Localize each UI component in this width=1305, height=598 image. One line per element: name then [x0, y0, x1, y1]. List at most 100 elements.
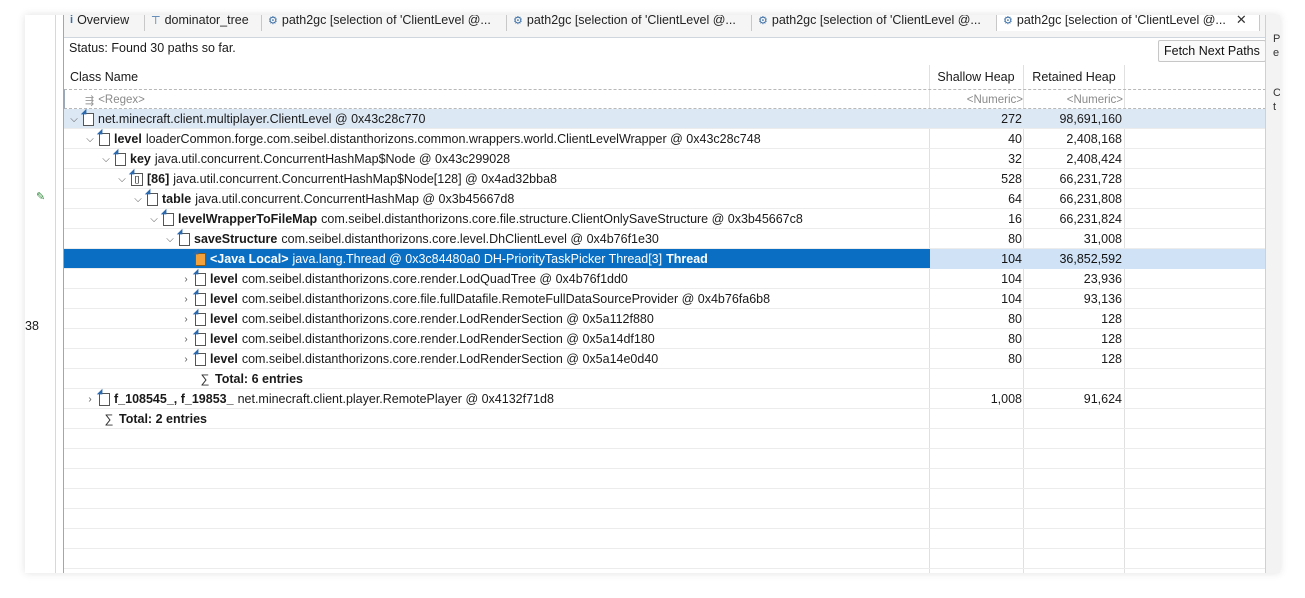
left-panel-number: 38: [25, 319, 39, 333]
row-text: net.minecraft.client.multiplayer.ClientL…: [98, 112, 426, 126]
row-label: level: [210, 352, 238, 366]
row-text: java.util.concurrent.ConcurrentHashMap$N…: [173, 172, 557, 186]
tab-dominator-tree[interactable]: ⊤ dominator_tree: [145, 15, 262, 31]
retained-filter[interactable]: <Numeric>: [1025, 90, 1123, 110]
chevron-down-icon[interactable]: ⌵: [83, 134, 97, 145]
chevron-down-icon[interactable]: ⌵: [163, 234, 177, 245]
retained-value: 128: [1101, 332, 1122, 346]
tab-label: path2gc [selection of 'ClientLevel @...: [526, 15, 736, 27]
shallow-value: 16: [1008, 212, 1022, 226]
chevron-down-icon[interactable]: ⌵: [131, 194, 145, 205]
column-header-shallow-heap[interactable]: Shallow Heap: [930, 65, 1022, 89]
tab-path2gc-1[interactable]: ⚙ path2gc [selection of 'ClientLevel @..…: [262, 15, 507, 31]
row-label: level: [210, 332, 238, 346]
chevron-right-icon[interactable]: ›: [83, 394, 97, 405]
tab-label: path2gc [selection of 'ClientLevel @...: [1016, 15, 1226, 27]
row-label: level: [210, 292, 238, 306]
tab-overview[interactable]: i Overview: [64, 15, 145, 31]
row-text: loaderCommon.forge.com.seibel.distanthor…: [145, 132, 761, 146]
table-row[interactable]: ⌵ key java.util.concurrent.ConcurrentHas…: [64, 149, 1266, 169]
shallow-value: 32: [1008, 152, 1022, 166]
shallow-value: 104: [930, 249, 1024, 269]
filter-row[interactable]: ⇶ <Regex> <Numeric> <Numeric>: [64, 89, 1266, 109]
info-icon: i: [70, 15, 74, 26]
reference-icon: [195, 332, 206, 346]
column-header-class-name[interactable]: Class Name: [70, 65, 920, 89]
table-row-selected[interactable]: <Java Local> java.lang.Thread @ 0x3c8448…: [64, 249, 1266, 269]
table-row[interactable]: › level com.seibel.distanthorizons.core.…: [64, 269, 1266, 289]
shallow-value: 80: [1008, 312, 1022, 326]
tab-label: Overview: [77, 15, 130, 27]
reference-icon: [99, 132, 110, 146]
shallow-value: 528: [1001, 172, 1022, 186]
regex-filter-placeholder: <Regex>: [98, 94, 145, 106]
retained-value: 93,136: [1083, 292, 1122, 306]
reference-icon: [115, 152, 126, 166]
row-text: com.seibel.distanthorizons.core.render.L…: [241, 272, 628, 286]
chevron-right-icon[interactable]: ›: [179, 334, 193, 345]
table-row[interactable]: ⌵ net.minecraft.client.multiplayer.Clien…: [64, 109, 1266, 129]
retained-value: 66,231,808: [1059, 192, 1122, 206]
table-row[interactable]: › f_108545_, f_19853_ net.minecraft.clie…: [64, 389, 1266, 409]
chevron-down-icon[interactable]: ⌵: [67, 114, 81, 125]
shallow-value: 80: [1008, 232, 1022, 246]
pin-icon[interactable]: ✎: [36, 190, 45, 203]
right-panel-strip: P e C t: [1265, 15, 1280, 573]
table-row-total: ∑ Total: 6 entries: [64, 369, 1266, 389]
column-header-retained-heap[interactable]: Retained Heap: [1024, 65, 1124, 89]
editor-tab-bar: i Overview ⊤ dominator_tree ⚙ path2gc [s…: [64, 15, 1266, 38]
reference-icon: [163, 212, 174, 226]
retained-value: 128: [1101, 312, 1122, 326]
row-text: com.seibel.distanthorizons.core.render.L…: [241, 332, 655, 346]
table-row[interactable]: › level com.seibel.distanthorizons.core.…: [64, 329, 1266, 349]
tree-icon: ⊤: [151, 15, 161, 27]
chevron-right-icon[interactable]: ›: [179, 354, 193, 365]
table-row[interactable]: ⌵ saveStructure com.seibel.distanthorizo…: [64, 229, 1266, 249]
row-label: f_108545_, f_19853_: [114, 392, 234, 406]
tab-path2gc-active[interactable]: ⚙ path2gc [selection of 'ClientLevel @..…: [997, 15, 1260, 31]
table-row-total: ∑ Total: 2 entries: [64, 409, 1266, 429]
path-icon: ⚙: [1003, 15, 1013, 27]
shallow-value: 80: [1008, 352, 1022, 366]
row-text: com.seibel.distanthorizons.core.render.L…: [241, 312, 654, 326]
retained-value: 128: [1101, 352, 1122, 366]
retained-value: 31,008: [1083, 232, 1122, 246]
table-row[interactable]: ⌵ levelWrapperToFileMap com.seibel.dista…: [64, 209, 1266, 229]
right-strip-text: P: [1273, 33, 1280, 45]
reference-icon: [99, 392, 110, 406]
total-label: Total: 6 entries: [215, 372, 303, 386]
retained-value: 66,231,824: [1059, 212, 1122, 226]
chevron-right-icon[interactable]: ›: [179, 274, 193, 285]
row-text: com.seibel.distanthorizons.core.render.L…: [241, 352, 659, 366]
empty-row: [64, 549, 1266, 569]
row-text: net.minecraft.client.player.RemotePlayer…: [237, 392, 554, 406]
path-icon: ⚙: [513, 15, 523, 27]
retained-value: 2,408,424: [1066, 152, 1122, 166]
total-label: Total: 2 entries: [119, 412, 207, 426]
chevron-down-icon[interactable]: ⌵: [115, 174, 129, 185]
tab-path2gc-3[interactable]: ⚙ path2gc [selection of 'ClientLevel @..…: [752, 15, 997, 31]
chevron-right-icon[interactable]: ›: [179, 294, 193, 305]
table-row[interactable]: ⌵ table java.util.concurrent.ConcurrentH…: [64, 189, 1266, 209]
table-row[interactable]: › level com.seibel.distanthorizons.core.…: [64, 309, 1266, 329]
filter-icon: ⇶: [85, 94, 95, 107]
tab-path2gc-2[interactable]: ⚙ path2gc [selection of 'ClientLevel @..…: [507, 15, 752, 31]
row-text: com.seibel.distanthorizons.core.level.Dh…: [281, 232, 659, 246]
table-row[interactable]: ⌵ level loaderCommon.forge.com.seibel.di…: [64, 129, 1266, 149]
chevron-down-icon[interactable]: ⌵: [147, 214, 161, 225]
chevron-down-icon[interactable]: ⌵: [99, 154, 113, 165]
shallow-filter[interactable]: <Numeric>: [931, 90, 1023, 110]
retained-value: 91,624: [1083, 392, 1122, 406]
close-icon[interactable]: ✕: [1236, 15, 1247, 28]
row-label: levelWrapperToFileMap: [178, 212, 318, 226]
tab-label: path2gc [selection of 'ClientLevel @...: [281, 15, 491, 27]
object-icon: [83, 112, 94, 126]
table-row[interactable]: ⌵ [] [86] java.util.concurrent.Concurren…: [64, 169, 1266, 189]
regex-filter[interactable]: ⇶ <Regex>: [85, 90, 145, 110]
fetch-next-paths-button[interactable]: Fetch Next Paths: [1158, 40, 1266, 62]
shallow-value: 40: [1008, 132, 1022, 146]
chevron-right-icon[interactable]: ›: [179, 314, 193, 325]
shallow-value: 64: [1008, 192, 1022, 206]
table-row[interactable]: › level com.seibel.distanthorizons.core.…: [64, 289, 1266, 309]
table-row[interactable]: › level com.seibel.distanthorizons.core.…: [64, 349, 1266, 369]
